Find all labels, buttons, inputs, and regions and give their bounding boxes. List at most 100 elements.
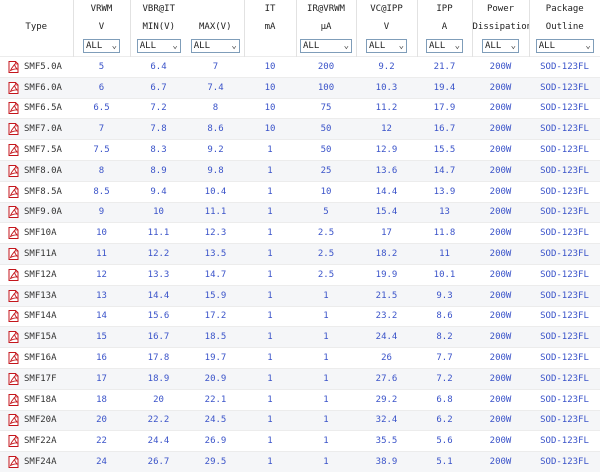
pdf-document-icon[interactable] [8, 165, 19, 177]
cell-vrwm: 20 [73, 410, 130, 431]
cell-vrwm: 6 [73, 77, 130, 98]
cell-ir: 1 [296, 368, 356, 389]
filter-vc-select[interactable]: ALL⌄ [366, 39, 407, 53]
cell-vc: 14.4 [356, 181, 417, 202]
filter-ipp-select[interactable]: ALL⌄ [426, 39, 463, 53]
part-number-link[interactable]: SMF20A [24, 415, 57, 425]
part-number-link[interactable]: SMF17F [24, 374, 57, 384]
part-number-link[interactable]: SMF18A [24, 395, 57, 405]
cell-vc: 38.9 [356, 452, 417, 472]
cell-ir: 5 [296, 202, 356, 223]
part-number-link[interactable]: SMF12A [24, 270, 57, 280]
cell-it: 1 [244, 285, 296, 306]
cell-it: 1 [244, 368, 296, 389]
pdf-document-icon[interactable] [8, 82, 19, 94]
pdf-document-icon[interactable] [8, 123, 19, 135]
pdf-document-icon[interactable] [8, 456, 19, 468]
type-cell: SMF8.5A [0, 181, 73, 202]
cell-vrwm: 9 [73, 202, 130, 223]
cell-pkg: SOD-123FL [529, 431, 600, 452]
cell-it: 1 [244, 223, 296, 244]
cell-power: 200W [472, 57, 529, 78]
filter-value: ALL [303, 41, 319, 51]
cell-ir: 200 [296, 57, 356, 78]
cell-pkg: SOD-123FL [529, 57, 600, 78]
pdf-document-icon[interactable] [8, 248, 19, 260]
header-cell [0, 0, 73, 18]
cell-ipp: 19.4 [417, 77, 472, 98]
part-number-link[interactable]: SMF7.0A [24, 124, 62, 134]
filter-value: ALL [539, 41, 555, 51]
header-cell: A [417, 18, 472, 36]
type-cell: SMF9.0A [0, 202, 73, 223]
pdf-document-icon[interactable] [8, 310, 19, 322]
pdf-document-icon[interactable] [8, 373, 19, 385]
part-number-link[interactable]: SMF7.5A [24, 145, 62, 155]
filter-vbr-min-select[interactable]: ALL⌄ [137, 39, 181, 53]
pdf-document-icon[interactable] [8, 331, 19, 343]
cell-vbr-min: 20 [130, 389, 187, 410]
part-number-link[interactable]: SMF5.0A [24, 62, 62, 72]
filter-vrwm-select[interactable]: ALL⌄ [83, 39, 120, 53]
pdf-document-icon[interactable] [8, 394, 19, 406]
part-number-link[interactable]: SMF24A [24, 457, 57, 467]
pdf-document-icon[interactable] [8, 227, 19, 239]
part-number-link[interactable]: SMF8.5A [24, 187, 62, 197]
cell-power: 200W [472, 264, 529, 285]
table-row: SMF24A2426.729.51138.95.1200WSOD-123FL [0, 452, 600, 472]
part-number-link[interactable]: SMF13A [24, 291, 57, 301]
type-cell: SMF8.0A [0, 160, 73, 181]
filter-package-select[interactable]: ALL⌄ [536, 39, 594, 53]
cell-power: 200W [472, 223, 529, 244]
pdf-document-icon[interactable] [8, 352, 19, 364]
cell-vrwm: 13 [73, 285, 130, 306]
part-number-link[interactable]: SMF14A [24, 311, 57, 321]
cell-it: 1 [244, 306, 296, 327]
pdf-document-icon[interactable] [8, 269, 19, 281]
part-number-link[interactable]: SMF6.0A [24, 83, 62, 93]
pdf-document-icon[interactable] [8, 414, 19, 426]
cell-pkg: SOD-123FL [529, 368, 600, 389]
header-cell: Package [529, 0, 600, 18]
cell-ir: 25 [296, 160, 356, 181]
table-row: SMF17F1718.920.91127.67.2200WSOD-123FL [0, 368, 600, 389]
cell-vbr-max: 11.1 [187, 202, 244, 223]
cell-vc: 12.9 [356, 140, 417, 161]
cell-vc: 19.9 [356, 264, 417, 285]
pdf-document-icon[interactable] [8, 144, 19, 156]
cell-ipp: 7.2 [417, 368, 472, 389]
filter-ir-select[interactable]: ALL ⌄ [300, 39, 352, 53]
cell-vbr-min: 9.4 [130, 181, 187, 202]
part-number-link[interactable]: SMF9.0A [24, 207, 62, 217]
cell-ipp: 5.1 [417, 452, 472, 472]
pdf-document-icon[interactable] [8, 206, 19, 218]
diode-spec-table: VRWM VBR@IT IT IR@VRWM VC@IPP IPP Power … [0, 0, 600, 472]
pdf-document-icon[interactable] [8, 186, 19, 198]
part-number-link[interactable]: SMF15A [24, 332, 57, 342]
filter-power-select[interactable]: ALL⌄ [482, 39, 519, 53]
chevron-down-icon: ⌄ [344, 41, 349, 51]
header-cell: IT [244, 0, 296, 18]
cell-vbr-min: 8.3 [130, 140, 187, 161]
cell-vrwm: 8 [73, 160, 130, 181]
table-row: SMF11A1112.213.512.518.211200WSOD-123FL [0, 244, 600, 265]
part-number-link[interactable]: SMF8.0A [24, 166, 62, 176]
part-number-link[interactable]: SMF22A [24, 436, 57, 446]
cell-vbr-min: 15.6 [130, 306, 187, 327]
part-number-link[interactable]: SMF16A [24, 353, 57, 363]
filter-cell: ALL⌄ [130, 36, 187, 57]
type-cell: SMF7.5A [0, 140, 73, 161]
filter-vbr-max-select[interactable]: ALL⌄ [191, 39, 240, 53]
cell-ir: 75 [296, 98, 356, 119]
cell-vc: 12 [356, 119, 417, 140]
pdf-document-icon[interactable] [8, 435, 19, 447]
table-row: SMF5.0A56.47102009.221.7200WSOD-123FL [0, 57, 600, 78]
pdf-document-icon[interactable] [8, 102, 19, 114]
type-cell: SMF6.0A [0, 77, 73, 98]
part-number-link[interactable]: SMF11A [24, 249, 57, 259]
part-number-link[interactable]: SMF10A [24, 228, 57, 238]
cell-vbr-min: 10 [130, 202, 187, 223]
pdf-document-icon[interactable] [8, 290, 19, 302]
part-number-link[interactable]: SMF6.5A [24, 103, 62, 113]
pdf-document-icon[interactable] [8, 61, 19, 73]
